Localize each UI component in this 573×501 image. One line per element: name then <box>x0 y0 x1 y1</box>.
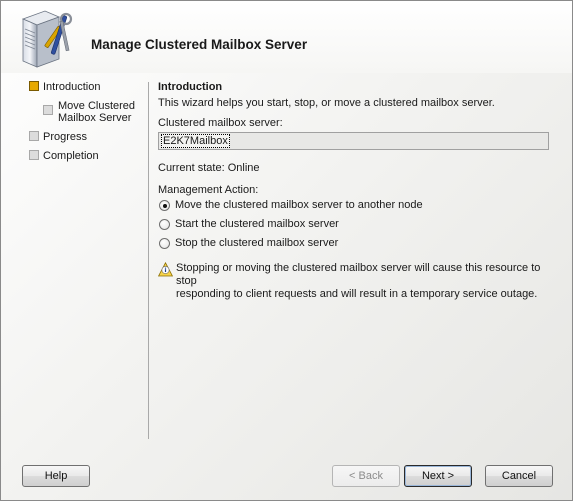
radio-button[interactable] <box>159 238 170 249</box>
server-label: Clustered mailbox server: <box>158 117 283 129</box>
next-button[interactable]: Next > <box>404 465 472 487</box>
radio-label: Start the clustered mailbox server <box>175 218 339 230</box>
nav-item-label-line1: Move Clustered <box>58 100 136 112</box>
cancel-button[interactable]: Cancel <box>485 465 553 487</box>
clustered-mailbox-server-value: E2K7Mailbox <box>161 134 230 148</box>
nav-separator <box>148 82 149 439</box>
wizard-window: Manage Clustered Mailbox Server Introduc… <box>0 0 573 501</box>
radio-label: Move the clustered mailbox server to ano… <box>175 199 423 211</box>
help-button[interactable]: Help <box>22 465 90 487</box>
back-button[interactable]: < Back <box>332 465 400 487</box>
wizard-description: This wizard helps you start, stop, or mo… <box>158 97 495 109</box>
step-indicator-progress <box>29 131 39 141</box>
nav-item-completion[interactable]: Completion <box>43 150 99 162</box>
warning-line-1: Stopping or moving the clustered mailbox… <box>176 262 541 287</box>
wizard-header: Manage Clustered Mailbox Server <box>1 1 572 73</box>
warning-message: Stopping or moving the clustered mailbox… <box>176 262 556 301</box>
clustered-mailbox-server-field[interactable]: E2K7Mailbox <box>158 132 549 150</box>
section-title: Introduction <box>158 81 223 93</box>
nav-item-move-clustered-mailbox-server[interactable]: Move Clustered Mailbox Server <box>58 100 135 124</box>
step-indicator-move-clustered-mailbox-server <box>43 105 53 115</box>
nav-item-introduction[interactable]: Introduction <box>43 81 100 93</box>
radio-label: Stop the clustered mailbox server <box>175 237 339 249</box>
nav-item-label-line2: Mailbox Server <box>58 112 132 124</box>
warning-line-2: responding to client requests and will r… <box>176 288 538 300</box>
nav-item-progress[interactable]: Progress <box>43 131 87 143</box>
radio-button-checked[interactable] <box>159 200 170 211</box>
management-action-label: Management Action: <box>158 184 259 196</box>
wizard-title: Manage Clustered Mailbox Server <box>91 37 308 52</box>
server-tools-icon <box>21 10 73 68</box>
warning-info-icon <box>158 262 173 277</box>
current-state-text: Current state: Online <box>158 162 260 174</box>
step-indicator-completion <box>29 150 39 160</box>
radio-button[interactable] <box>159 219 170 230</box>
step-indicator-introduction <box>29 81 39 91</box>
